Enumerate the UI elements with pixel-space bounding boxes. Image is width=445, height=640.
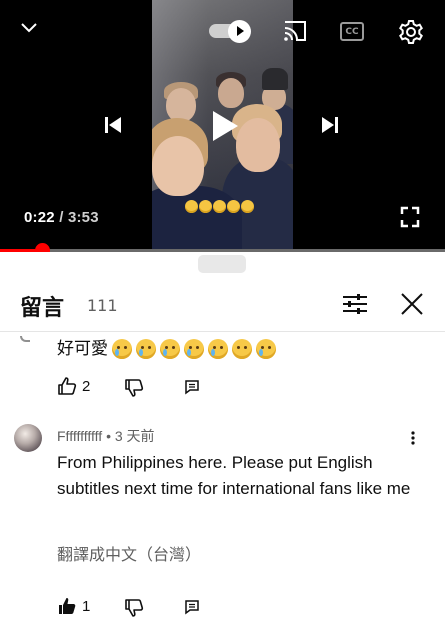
like-button[interactable]: 2 bbox=[57, 376, 90, 396]
captions-button[interactable]: CC bbox=[340, 22, 364, 41]
comments-count: 111 bbox=[87, 296, 118, 315]
time-separator: / bbox=[54, 209, 68, 226]
scrubber-handle[interactable] bbox=[35, 243, 51, 252]
thumbs-up-filled-icon bbox=[59, 598, 76, 614]
pleading-face-emoji bbox=[232, 339, 252, 359]
more-options-icon[interactable] bbox=[410, 430, 416, 446]
drag-handle[interactable] bbox=[198, 255, 246, 273]
previous-icon[interactable] bbox=[104, 116, 122, 134]
duration: 3:53 bbox=[67, 209, 99, 226]
filter-icon[interactable] bbox=[342, 292, 368, 316]
comments-header: 留言 111 bbox=[0, 276, 445, 332]
next-icon[interactable] bbox=[321, 116, 339, 134]
fullscreen-icon[interactable] bbox=[400, 206, 420, 228]
crying-face-emoji bbox=[208, 339, 228, 359]
crying-face-emoji bbox=[112, 339, 132, 359]
autoplay-toggle[interactable] bbox=[209, 20, 251, 43]
play-icon bbox=[228, 20, 251, 43]
comments-title: 留言 bbox=[20, 296, 65, 321]
gear-icon[interactable] bbox=[398, 19, 424, 45]
comment-time: 3 天前 bbox=[114, 428, 155, 444]
crying-face-emoji bbox=[136, 339, 156, 359]
current-time: 0:22 bbox=[24, 209, 55, 226]
translate-link[interactable]: 翻譯成中文（台灣） bbox=[57, 541, 201, 565]
video-emoji-overlay bbox=[185, 200, 254, 213]
comment-text: 好可愛 bbox=[57, 339, 108, 358]
thumbs-down-icon[interactable] bbox=[124, 378, 144, 398]
loudly-crying-face-emoji bbox=[256, 339, 276, 359]
like-count: 2 bbox=[82, 377, 91, 395]
close-icon[interactable] bbox=[400, 292, 424, 316]
like-count: 1 bbox=[82, 597, 91, 615]
thumbs-down-icon[interactable] bbox=[124, 598, 144, 618]
crying-face-emoji bbox=[184, 339, 204, 359]
video-player[interactable]: CC 0:22 / 3:53 bbox=[0, 0, 445, 252]
author-name[interactable]: Fffffffffff bbox=[57, 428, 102, 444]
thumbs-up-icon bbox=[58, 377, 77, 395]
like-button[interactable]: 1 bbox=[57, 596, 90, 616]
comments-sheet: 留言 111 好可愛 2 Fffffffffff • 3 天前 From Phi… bbox=[0, 252, 445, 640]
reply-icon[interactable] bbox=[184, 599, 200, 615]
cast-icon[interactable] bbox=[282, 20, 308, 42]
time-display: 0:22 / 3:53 bbox=[24, 209, 99, 226]
reply-icon[interactable] bbox=[184, 379, 200, 395]
comment-body: 好可愛 bbox=[57, 336, 276, 362]
avatar[interactable] bbox=[14, 424, 42, 452]
comment-text: From Philippines here. Please put Englis… bbox=[57, 453, 411, 498]
crying-face-emoji bbox=[160, 339, 180, 359]
minimize-chevron-icon[interactable] bbox=[19, 21, 39, 35]
thread-connector bbox=[20, 336, 30, 342]
comment-meta: Fffffffffff • 3 天前 bbox=[57, 426, 155, 446]
play-icon[interactable] bbox=[211, 110, 239, 142]
meta-dot: • bbox=[106, 428, 111, 444]
